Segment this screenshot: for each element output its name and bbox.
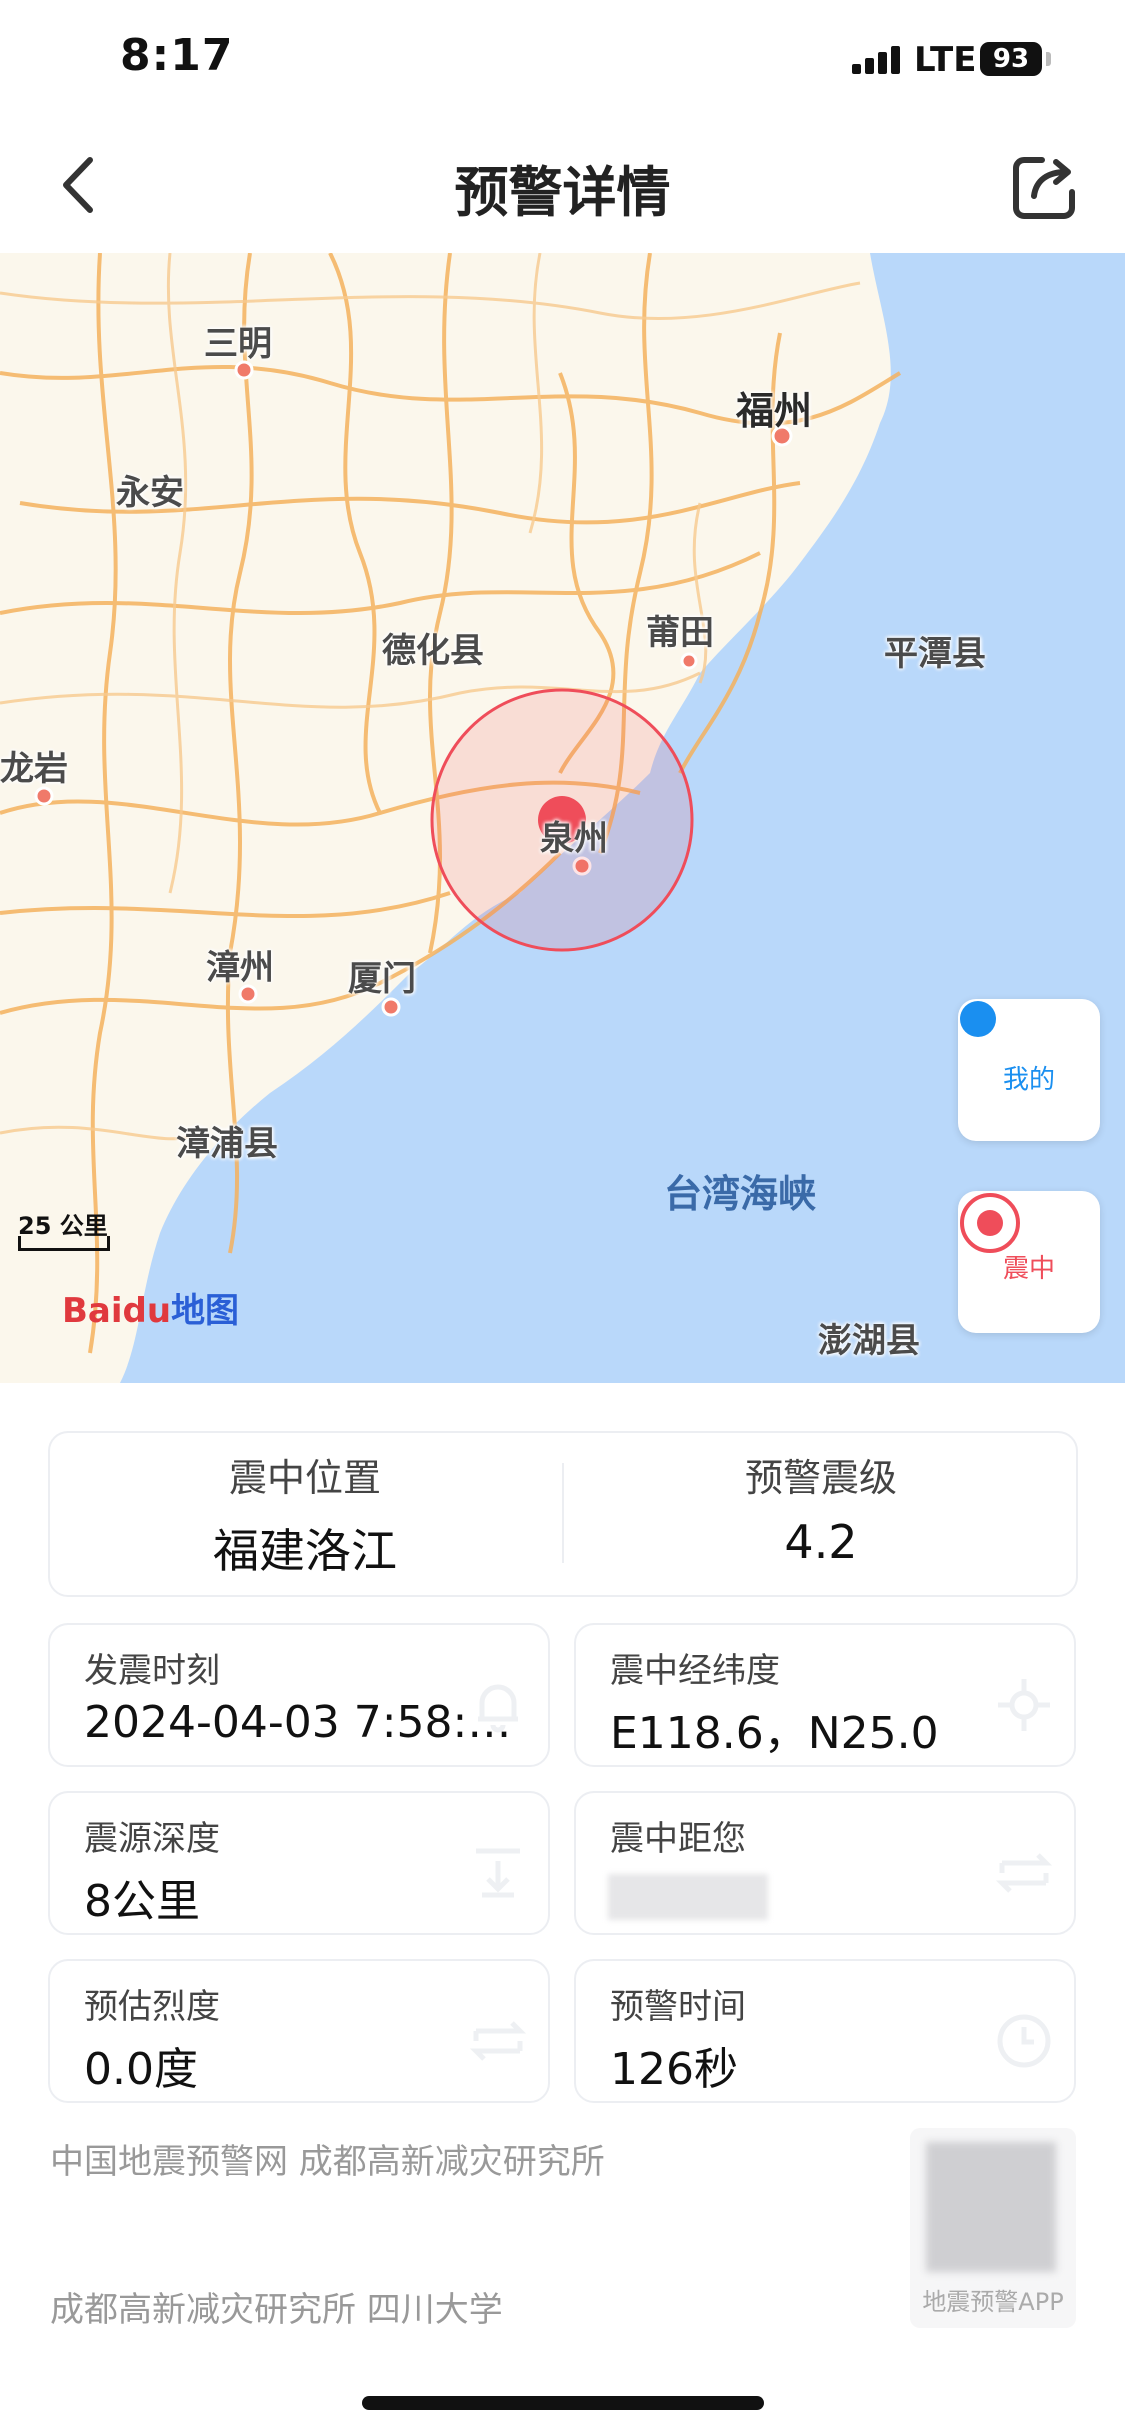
- share-icon[interactable]: [1010, 152, 1080, 222]
- page-title: 预警详情: [454, 161, 671, 224]
- home-indicator[interactable]: [362, 2396, 764, 2410]
- map-label-penghu: 澎湖县: [818, 1321, 920, 1361]
- coordinates-value: E118.6，N25.0: [610, 1708, 939, 1759]
- map-label-quanzhou: 泉州: [540, 819, 608, 859]
- map-label-zhangpu: 漳浦县: [176, 1124, 278, 1164]
- map-label-yongan: 永安: [116, 473, 184, 513]
- map-label-pingtan: 平潭县: [884, 634, 986, 674]
- map-label-dehua: 德化县: [382, 631, 484, 671]
- map-label-xiamen: 厦门: [348, 959, 416, 999]
- network-type: LTE: [914, 40, 977, 80]
- my-location-dot-icon: [960, 1001, 996, 1037]
- baidu-map-logo: Baidu地图: [62, 1291, 240, 1331]
- locate-me-button[interactable]: 我的: [958, 999, 1100, 1141]
- location-label: 震中位置: [228, 1456, 381, 1500]
- warning-time-value: 126秒: [610, 2044, 738, 2095]
- locate-me-label: 我的: [1002, 1064, 1055, 1095]
- depth-value: 8公里: [84, 1876, 200, 1927]
- battery-icon: 93: [980, 42, 1042, 76]
- origin-time-label: 发震时刻: [84, 1651, 220, 1691]
- map-label-longyan: 龙岩: [0, 749, 68, 789]
- origin-time-value: 2024-04-03 7:58:5...: [84, 1697, 524, 1748]
- map-label-zhangzhou: 漳州: [206, 948, 274, 988]
- intensity-value: 0.0度: [84, 2044, 198, 2095]
- battery-cap: [1046, 52, 1051, 66]
- intensity-label: 预估烈度: [84, 1987, 220, 2027]
- qr-code-image: [926, 2142, 1056, 2272]
- depth-label: 震源深度: [84, 1819, 220, 1859]
- map-label-strait: 台湾海峡: [664, 1172, 817, 1216]
- summary-divider: [562, 1463, 564, 1563]
- intensity-card: 预估烈度 0.0度: [48, 1959, 550, 2103]
- swap-icon: [469, 2021, 527, 2061]
- map-view[interactable]: 三明 永安 福州 德化县 莆田 平潭县 龙岩 泉州 漳州 厦门 漳浦县 台湾海峡…: [0, 253, 1125, 1383]
- warning-time-label: 预警时间: [610, 1987, 746, 2027]
- app-qr-card[interactable]: 地震预警APP: [910, 2128, 1076, 2328]
- qr-label: 地震预警APP: [922, 2288, 1064, 2316]
- warning-time-card: 预警时间 126秒: [574, 1959, 1076, 2103]
- locate-epicenter-button[interactable]: 震中: [958, 1191, 1100, 1333]
- summary-card: 震中位置 福建洛江 预警震级 4.2: [48, 1431, 1078, 1597]
- magnitude-label: 预警震级: [744, 1456, 897, 1500]
- distance-label: 震中距您: [610, 1819, 746, 1859]
- bell-icon: [478, 1684, 518, 1733]
- signal-icon: [852, 44, 904, 74]
- origin-time-card: 发震时刻 2024-04-03 7:58:5...: [48, 1623, 550, 1767]
- crosshair-icon: [998, 1679, 1050, 1731]
- map-label-sanming: 三明: [204, 324, 272, 364]
- epicenter-target-icon: [960, 1193, 1020, 1253]
- footer-tech-support: 成都高新减灾研究所 四川大学: [50, 2290, 503, 2330]
- coordinates-label: 震中经纬度: [610, 1651, 780, 1691]
- location-value: 福建洛江: [213, 1524, 397, 1578]
- depth-icon: [476, 1848, 520, 1898]
- magnitude-value: 4.2: [784, 1515, 858, 1569]
- footer-source: 中国地震预警网 成都高新减灾研究所: [50, 2142, 605, 2182]
- swap-icon: [995, 1853, 1053, 1893]
- depth-card: 震源深度 8公里: [48, 1791, 550, 1935]
- status-time: 8:17: [120, 30, 234, 81]
- map-label-fuzhou: 福州: [736, 389, 813, 433]
- distance-value-redacted: [608, 1874, 768, 1920]
- clock-icon: [997, 2014, 1051, 2068]
- map-label-putian: 莆田: [646, 613, 714, 653]
- map-scale-bar: [18, 1236, 110, 1251]
- coordinates-card: 震中经纬度 E118.6，N25.0: [574, 1623, 1076, 1767]
